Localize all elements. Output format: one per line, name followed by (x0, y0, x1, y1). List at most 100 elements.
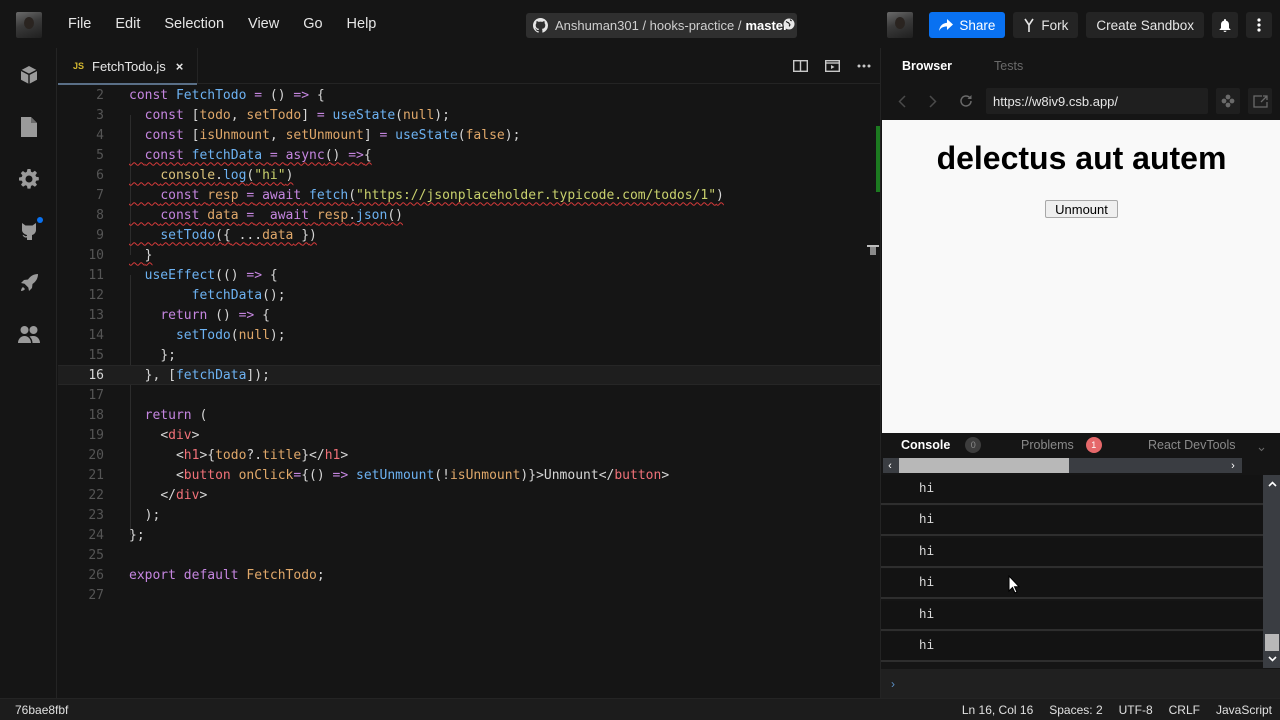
scroll-down-icon[interactable] (1263, 652, 1280, 666)
menu-view[interactable]: View (236, 16, 291, 32)
back-button[interactable] (888, 87, 916, 115)
cursor-position[interactable]: Ln 16, Col 16 (962, 703, 1033, 717)
code-line[interactable]: 17 (58, 385, 880, 405)
vertical-scrollbar[interactable] (1263, 475, 1280, 668)
horizontal-scroll-thumb[interactable] (899, 458, 1069, 473)
scroll-left-icon[interactable]: ‹ (883, 458, 897, 473)
code-area[interactable]: 2 const FetchTodo = () => {3 const [todo,… (58, 85, 880, 698)
activity-config[interactable] (18, 168, 40, 190)
repo-breadcrumb[interactable]: Anshuman301 / hooks-practice / master (526, 13, 798, 38)
fork-button[interactable]: Fork (1013, 12, 1079, 38)
language-mode[interactable]: JavaScript (1216, 703, 1272, 717)
activity-github[interactable] (18, 217, 43, 242)
code-text: export default FetchTodo; (129, 567, 325, 583)
line-endings[interactable]: CRLF (1169, 703, 1200, 717)
tab-console[interactable]: Console 0 (901, 433, 982, 457)
tab-tests[interactable]: Tests (994, 59, 1023, 73)
activity-deployment[interactable] (18, 272, 40, 294)
code-line[interactable]: 11 useEffect(() => { (58, 265, 880, 285)
menu-file[interactable]: File (56, 16, 103, 32)
scroll-right-icon[interactable]: › (1226, 458, 1240, 473)
open-new-window-button[interactable] (1248, 88, 1272, 114)
tab-fetchtodo[interactable]: JS FetchTodo.js × (58, 48, 199, 85)
editor-more-button[interactable] (848, 48, 880, 84)
tab-browser[interactable]: Browser (902, 59, 952, 73)
tab-react-devtools[interactable]: React DevTools (1148, 433, 1236, 457)
tab-problems[interactable]: Problems 1 (1021, 433, 1102, 457)
notification-dot (37, 217, 43, 223)
code-text: </div> (160, 487, 208, 503)
notifications-button[interactable] (1212, 12, 1238, 38)
code-line[interactable]: 26 export default FetchTodo; (58, 565, 880, 585)
menu-selection[interactable]: Selection (152, 16, 236, 32)
split-editor-button[interactable] (784, 48, 816, 84)
code-line[interactable]: 25 (58, 545, 880, 565)
share-button[interactable]: Share (929, 12, 1006, 38)
preview-icon (824, 60, 840, 72)
code-line[interactable]: 15 }; (58, 345, 880, 365)
unmount-button[interactable]: Unmount (1045, 200, 1118, 218)
code-line[interactable]: 4 const [isUnmount, setUnmount] = useSta… (58, 125, 880, 145)
file-icon (21, 117, 37, 137)
menu-go[interactable]: Go (291, 16, 334, 32)
user-avatar[interactable] (16, 12, 42, 38)
activity-live[interactable] (18, 324, 40, 346)
code-line[interactable]: 7 const resp = await fetch("https://json… (58, 185, 880, 205)
devtools-panel: Console 0 Problems 1 React DevTools ‹ › … (881, 433, 1280, 698)
indentation-setting[interactable]: Spaces: 2 (1049, 703, 1102, 717)
code-line[interactable]: 21 <button onClick={() => setUnmount(!is… (58, 465, 880, 485)
code-text: } (144, 247, 153, 263)
menu-edit[interactable]: Edit (103, 16, 152, 32)
create-sandbox-button[interactable]: Create Sandbox (1086, 12, 1204, 38)
url-bar[interactable]: https://w8iv9.csb.app/ (986, 88, 1208, 114)
code-line[interactable]: 22 </div> (58, 485, 880, 505)
code-line[interactable]: 23 ); (58, 505, 880, 525)
code-line[interactable]: 16 }, [fetchData]); (58, 365, 880, 385)
devtools-toggle-button[interactable] (1216, 88, 1240, 114)
code-line[interactable]: 10 } (58, 245, 880, 265)
line-number: 10 (88, 247, 104, 263)
line-number: 20 (88, 447, 104, 463)
collaborator-avatar[interactable] (887, 12, 914, 38)
code-line[interactable]: 20 <h1>{todo?.title}</h1> (58, 445, 880, 465)
code-line[interactable]: 12 fetchData(); (58, 285, 880, 305)
activity-explorer[interactable] (18, 116, 40, 138)
code-line[interactable]: 19 <div> (58, 425, 880, 445)
scrollbar-top-marker[interactable] (867, 245, 879, 257)
code-line[interactable]: 3 const [todo, setTodo] = useState(null)… (58, 105, 880, 125)
refresh-button[interactable] (952, 87, 980, 115)
code-line[interactable]: 8 const data = await resp.json() (58, 205, 880, 225)
commit-hash[interactable]: 76bae8fbf (15, 703, 68, 717)
line-number: 8 (96, 207, 104, 223)
console-input[interactable]: › (881, 669, 1280, 698)
encoding[interactable]: UTF-8 (1119, 703, 1153, 717)
code-text: const data = await resp.json() (160, 207, 403, 223)
open-preview-button[interactable] (816, 48, 848, 84)
code-line[interactable]: 5 const fetchData = async() =>{ (58, 145, 880, 165)
code-line[interactable]: 9 setTodo({ ...data }) (58, 225, 880, 245)
forward-button[interactable] (919, 87, 947, 115)
code-line[interactable]: 13 return () => { (58, 305, 880, 325)
code-line[interactable]: 6 console.log("hi") (58, 165, 880, 185)
code-line[interactable]: 18 return ( (58, 405, 880, 425)
chevron-down-icon[interactable] (1258, 447, 1265, 452)
scroll-up-icon[interactable] (1263, 477, 1280, 491)
vertical-scroll-thumb[interactable] (1265, 634, 1279, 651)
cube-icon (20, 66, 38, 84)
more-menu-button[interactable] (1246, 12, 1272, 38)
console-log-entry: hi (881, 506, 1263, 537)
globe-icon[interactable] (783, 18, 795, 30)
line-number: 25 (88, 547, 104, 563)
code-text: setTodo({ ...data }) (160, 227, 317, 243)
code-line[interactable]: 24}; (58, 525, 880, 545)
code-line[interactable]: 14 setTodo(null); (58, 325, 880, 345)
code-line[interactable]: 27 (58, 585, 880, 605)
code-line[interactable]: 2 const FetchTodo = () => { (58, 85, 880, 105)
menu-help[interactable]: Help (335, 16, 389, 32)
problems-count-badge: 1 (1085, 437, 1102, 453)
line-number: 13 (88, 307, 104, 323)
activity-project-info[interactable] (18, 64, 40, 86)
editor-tabs: JS FetchTodo.js × (58, 48, 880, 85)
close-icon[interactable]: × (176, 59, 184, 74)
horizontal-scrollbar[interactable]: ‹ › (883, 458, 1242, 473)
